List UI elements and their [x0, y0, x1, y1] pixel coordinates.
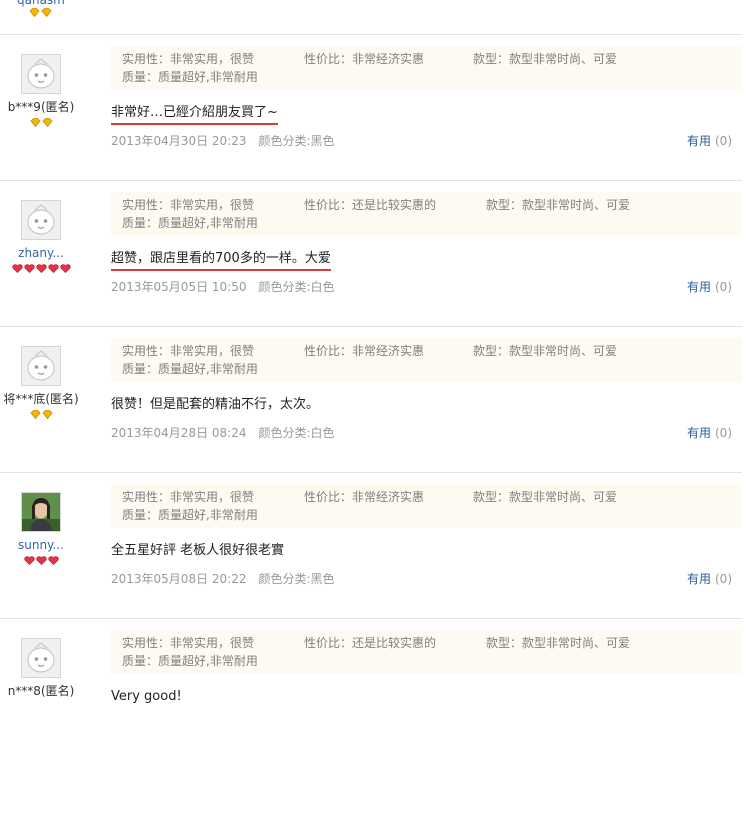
red-heart-icon [23, 264, 35, 273]
attr-style: 款型：款型非常时尚、可爱 [473, 490, 618, 504]
review-date: 2013年05月05日 10:50 [111, 280, 247, 294]
attr-practicality: 实用性：非常实用，很赞 [122, 636, 255, 650]
useful-count: (0) [715, 134, 732, 148]
attr-quality: 质量：质量超好,非常耐用 [122, 70, 258, 84]
color-category: 颜色分类:黑色 [258, 134, 335, 148]
reviewer-name[interactable]: b***9(匿名) [0, 100, 82, 114]
useful-button[interactable]: 有用 [687, 426, 711, 440]
attr-practicality: 实用性：非常实用，很赞 [122, 344, 255, 358]
red-heart-icon [47, 556, 59, 565]
rating-attributes: 实用性：非常实用，很赞 性价比：非常经济实惠 款型：款型非常时尚、可爱 质量：质… [111, 338, 742, 382]
attr-style: 款型：款型非常时尚、可爱 [486, 636, 631, 650]
review-item: b***9(匿名) 实用性：非常实用，很赞 性价比：非常经济实惠 款型：款型非常… [0, 35, 742, 181]
attr-quality: 质量：质量超好,非常耐用 [122, 362, 258, 376]
color-category: 颜色分类:白色 [258, 426, 335, 440]
default-avatar-icon[interactable] [21, 346, 61, 386]
review-meta: 2013年04月28日 08:24 颜色分类:白色 [111, 426, 335, 440]
review-item: sunny... 实用性：非常实用，很赞 性价比：非常经济实惠 款型：款型非常时… [0, 473, 742, 619]
credit-badges [28, 8, 52, 27]
red-heart-icon [23, 556, 35, 565]
review-item-partial: qanasm [0, 0, 742, 35]
credit-badges [0, 410, 82, 420]
review-meta: 2013年05月08日 20:22 颜色分类:黑色 [111, 572, 335, 586]
attr-value-for-money: 性价比：还是比较实惠的 [304, 636, 437, 650]
reviewer-name[interactable]: sunny... [0, 538, 82, 552]
rating-attributes: 实用性：非常实用，很赞 性价比：还是比较实惠的 款型：款型非常时尚、可爱 质量：… [111, 192, 742, 236]
useful-count: (0) [715, 426, 732, 440]
useful-vote: 有用 (0) [687, 280, 732, 294]
attr-practicality: 实用性：非常实用，很赞 [122, 490, 255, 504]
reviewer-name[interactable]: n***8(匿名) [0, 684, 82, 698]
rating-attributes: 实用性：非常实用，很赞 性价比：非常经济实惠 款型：款型非常时尚、可爱 质量：质… [111, 484, 742, 528]
review-text: Very good! [111, 689, 182, 704]
red-heart-icon [35, 264, 47, 273]
attr-practicality: 实用性：非常实用，很赞 [122, 52, 255, 66]
attr-value-for-money: 性价比：还是比较实惠的 [304, 198, 437, 212]
useful-count: (0) [715, 572, 732, 586]
attr-style: 款型：款型非常时尚、可爱 [473, 344, 618, 358]
reviewer-name[interactable]: 将***底(匿名) [0, 392, 82, 406]
reviewer-name[interactable]: qanasm [17, 0, 65, 7]
default-avatar-icon[interactable] [21, 54, 61, 94]
color-category: 颜色分类:黑色 [258, 572, 335, 586]
useful-vote: 有用 (0) [687, 426, 732, 440]
credit-badges [0, 264, 82, 274]
gold-diamond-icon [28, 8, 40, 17]
attr-quality: 质量：质量超好,非常耐用 [122, 216, 258, 230]
attr-value-for-money: 性价比：非常经济实惠 [304, 344, 425, 358]
review-item: zhany... 实用性：非常实用，很赞 性价比：还是比较实惠的 款型：款型非常… [0, 181, 742, 327]
red-heart-icon [47, 264, 59, 273]
review-date: 2013年04月28日 08:24 [111, 426, 247, 440]
credit-badges [0, 118, 82, 128]
attr-value-for-money: 性价比：非常经济实惠 [304, 52, 425, 66]
useful-button[interactable]: 有用 [687, 280, 711, 294]
credit-badges [0, 556, 82, 566]
default-avatar-icon[interactable] [21, 638, 61, 678]
review-text: 很赞！但是配套的精油不行，太次。 [111, 397, 320, 412]
review-item: n***8(匿名) 实用性：非常实用，很赞 性价比：还是比较实惠的 款型：款型非… [0, 619, 742, 764]
useful-vote: 有用 (0) [687, 134, 732, 148]
attr-practicality: 实用性：非常实用，很赞 [122, 198, 255, 212]
review-text: 非常好…已經介紹朋友買了~ [111, 105, 278, 125]
gold-diamond-icon [40, 8, 52, 17]
gold-diamond-icon [41, 118, 53, 127]
review-meta: 2013年04月30日 20:23 颜色分类:黑色 [111, 134, 335, 148]
attr-value-for-money: 性价比：非常经济实惠 [304, 490, 425, 504]
photo-avatar-icon[interactable] [21, 492, 61, 532]
useful-button[interactable]: 有用 [687, 134, 711, 148]
attr-quality: 质量：质量超好,非常耐用 [122, 654, 258, 668]
attr-style: 款型：款型非常时尚、可爱 [486, 198, 631, 212]
rating-attributes: 实用性：非常实用，很赞 性价比：非常经济实惠 款型：款型非常时尚、可爱 质量：质… [111, 46, 742, 90]
useful-count: (0) [715, 280, 732, 294]
useful-button[interactable]: 有用 [687, 572, 711, 586]
useful-vote: 有用 (0) [687, 572, 732, 586]
gold-diamond-icon [29, 410, 41, 419]
gold-diamond-icon [29, 118, 41, 127]
review-text: 全五星好評 老板人很好很老實 [111, 543, 285, 558]
red-heart-icon [35, 556, 47, 565]
red-heart-icon [11, 264, 23, 273]
review-item: 将***底(匿名) 实用性：非常实用，很赞 性价比：非常经济实惠 款型：款型非常… [0, 327, 742, 473]
gold-diamond-icon [41, 410, 53, 419]
reviewer-name[interactable]: zhany... [0, 246, 82, 260]
rating-attributes: 实用性：非常实用，很赞 性价比：还是比较实惠的 款型：款型非常时尚、可爱 质量：… [111, 630, 742, 674]
review-date: 2013年05月08日 20:22 [111, 572, 247, 586]
attr-quality: 质量：质量超好,非常耐用 [122, 508, 258, 522]
color-category: 颜色分类:白色 [258, 280, 335, 294]
red-heart-icon [59, 264, 71, 273]
attr-style: 款型：款型非常时尚、可爱 [473, 52, 618, 66]
review-meta: 2013年05月05日 10:50 颜色分类:白色 [111, 280, 335, 294]
default-avatar-icon[interactable] [21, 200, 61, 240]
review-date: 2013年04月30日 20:23 [111, 134, 247, 148]
review-text: 超赞，跟店里看的700多的一样。大爱 [111, 251, 331, 271]
